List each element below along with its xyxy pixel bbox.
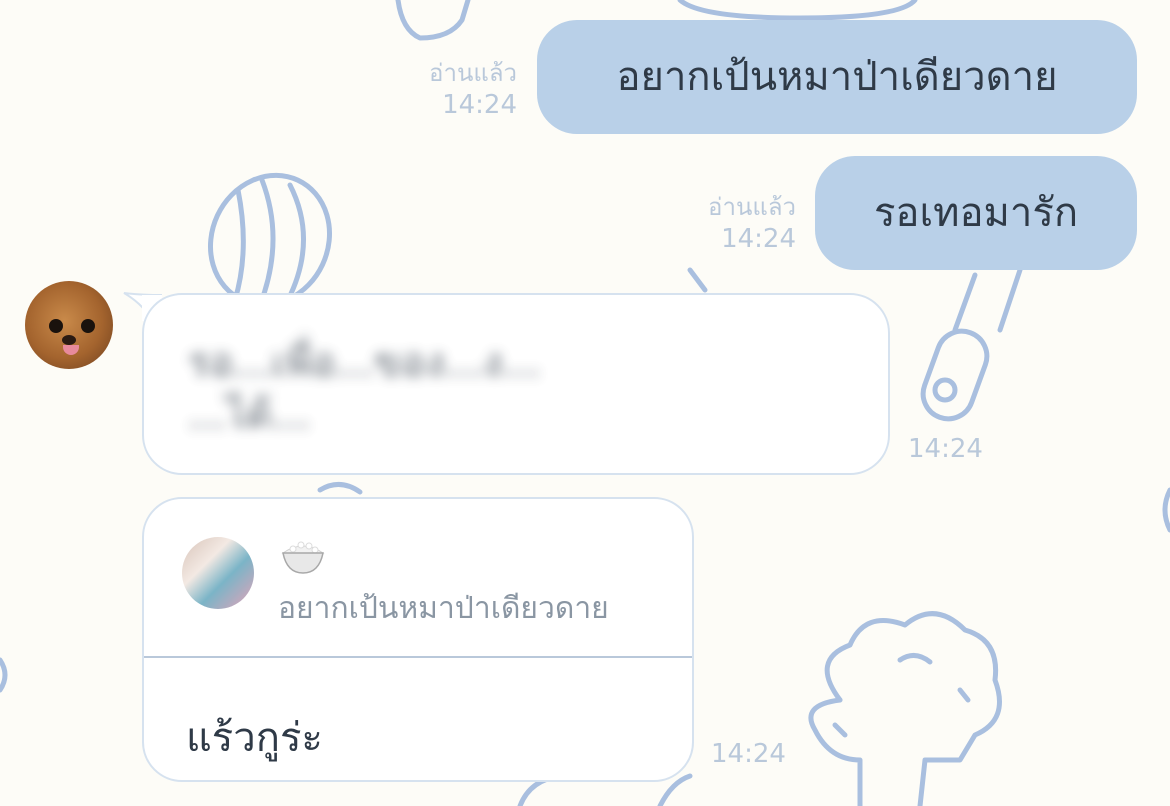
message-text: รอเทอมารัก: [873, 190, 1079, 236]
reply-message-bubble[interactable]: อยากเป้นหมาป่าเดียวดาย แร้วกูร่ะ: [142, 497, 694, 782]
read-status: อ่านแล้ว: [429, 59, 517, 87]
message-meta: อ่านแล้ว 14:24: [429, 57, 517, 121]
message-time: 14:24: [442, 90, 517, 120]
read-status: อ่านแล้ว: [708, 193, 796, 221]
message-meta: อ่านแล้ว 14:24: [708, 191, 796, 255]
received-message-bubble[interactable]: รอ...เพื่อ...ของ...ง... ...ได้...: [142, 293, 890, 475]
message-time: 14:24: [711, 739, 786, 769]
rice-bowl-icon: [281, 541, 325, 574]
sent-message-bubble[interactable]: อยากเป้นหมาป่าเดียวดาย: [537, 20, 1137, 134]
contact-avatar[interactable]: [25, 281, 113, 369]
quoted-sender-avatar: [182, 537, 254, 609]
chat-area[interactable]: อ่านแล้ว 14:24 อยากเป้นหมาป่าเดียวดาย อ่…: [0, 0, 1170, 806]
message-text: อยากเป้นหมาป่าเดียวดาย: [616, 54, 1058, 100]
message-time: 14:24: [721, 224, 796, 254]
quote-divider: [144, 656, 692, 658]
redacted-message-text: รอ...เพื่อ...ของ...ง... ...ได้...: [188, 340, 541, 438]
quoted-message-text: อยากเป้นหมาป่าเดียวดาย: [278, 591, 609, 626]
message-time: 14:24: [908, 434, 983, 464]
sent-message-bubble[interactable]: รอเทอมารัก: [815, 156, 1137, 270]
message-text: แร้วกูร่ะ: [186, 715, 323, 761]
